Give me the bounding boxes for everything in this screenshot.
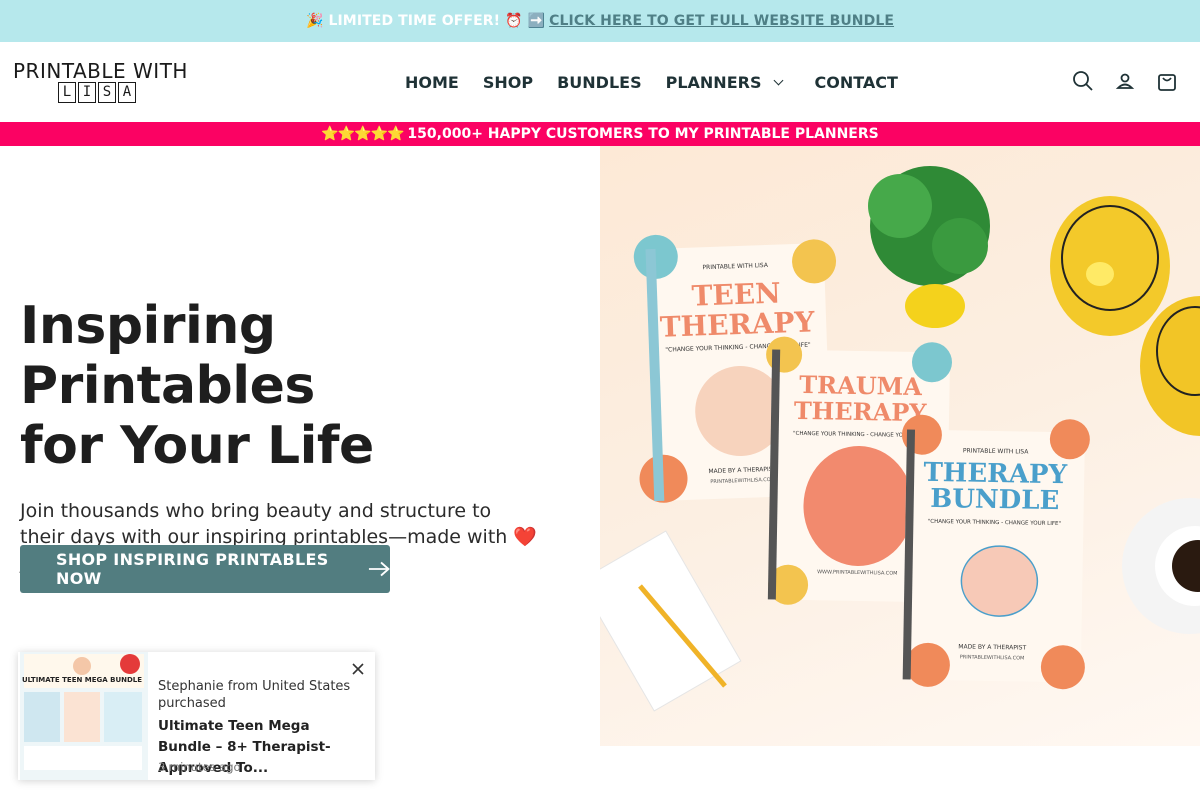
recent-purchase-popup[interactable]: ULTIMATE TEEN MEGA BUNDLE Stephanie from… — [18, 652, 375, 780]
nav-shop[interactable]: SHOP — [483, 73, 533, 92]
purchaser-text: Stephanie from United States purchased — [158, 679, 351, 711]
book-therapy-bundle: PRINTABLE WITH LISA THERAPY BUNDLE "CHAN… — [901, 414, 1090, 690]
hero-title: Inspiring Printables for Your Life — [20, 296, 580, 476]
notepad-image — [600, 530, 742, 712]
promo-bar: ⭐⭐⭐⭐⭐ 150,000+ HAPPY CUSTOMERS TO MY PRI… — [0, 122, 1200, 146]
shop-printables-button[interactable]: SHOP INSPIRING PRINTABLES NOW — [20, 545, 390, 593]
main-nav: HOME SHOP BUNDLES PLANNERS CONTACT — [405, 42, 898, 122]
nav-contact[interactable]: CONTACT — [814, 73, 897, 92]
site-header: PRINTABLE WITH L I S A HOME SHOP BUNDLES… — [0, 42, 1200, 122]
book-url: PRINTABLEWITHLISA.COM — [960, 654, 1025, 661]
book-title: BUNDLE — [930, 484, 1060, 516]
bundle-offer-link[interactable]: CLICK HERE TO GET FULL WEBSITE BUNDLE — [549, 13, 894, 29]
site-logo[interactable]: PRINTABLE WITH L I S A — [13, 60, 198, 104]
logo-letter: A — [118, 82, 136, 103]
search-icon[interactable] — [1072, 70, 1094, 92]
nav-planners-label: PLANNERS — [665, 72, 762, 92]
nav-planners[interactable]: PLANNERS — [666, 73, 791, 92]
book-title: THERAPY — [659, 305, 816, 343]
logo-letter: I — [78, 82, 96, 103]
arrow-right-icon — [368, 561, 390, 577]
plant-image — [868, 166, 990, 328]
logo-letter: S — [98, 82, 116, 103]
promo-text: 150,000+ HAPPY CUSTOMERS TO MY PRINTABLE… — [407, 126, 879, 142]
product-thumbnail[interactable]: ULTIMATE TEEN MEGA BUNDLE — [20, 652, 148, 780]
hero-content: Inspiring Printables for Your Life Join … — [20, 296, 580, 576]
hero-title-line1: Inspiring Printables — [20, 296, 315, 416]
hero-image: PRINTABLE WITH LISA TEEN THERAPY "CHANGE… — [600, 146, 1200, 746]
nav-home[interactable]: HOME — [405, 73, 459, 92]
candle-image — [1050, 196, 1200, 436]
close-icon[interactable] — [351, 662, 365, 676]
hero-photo: PRINTABLE WITH LISA TEEN THERAPY "CHANGE… — [600, 166, 1200, 712]
nav-bundles[interactable]: BUNDLES — [557, 73, 642, 92]
thumbnail-title: ULTIMATE TEEN MEGA BUNDLE — [22, 676, 142, 684]
header-icons — [1072, 70, 1178, 92]
announcement-bar: 🎉 LIMITED TIME OFFER! ⏰ ➡️ CLICK HERE TO… — [0, 0, 1200, 42]
logo-letters: L I S A — [58, 82, 198, 103]
cta-label: SHOP INSPIRING PRINTABLES NOW — [56, 550, 329, 588]
announcement-prefix: 🎉 LIMITED TIME OFFER! ⏰ ➡️ — [305, 13, 546, 29]
logo-letter: L — [58, 82, 76, 103]
rating-stars: ⭐⭐⭐⭐⭐ — [321, 126, 404, 142]
account-icon[interactable] — [1114, 70, 1136, 92]
hero-title-line2: for Your Life — [20, 416, 374, 476]
purchase-time: 3 minutes ago — [158, 760, 241, 774]
coffee-cup-image — [1122, 498, 1200, 634]
chevron-down-icon — [774, 75, 784, 85]
logo-text: PRINTABLE WITH — [13, 59, 188, 83]
cart-icon[interactable] — [1156, 70, 1178, 92]
book-footer: MADE BY A THERAPIST — [958, 643, 1026, 651]
book-brand: PRINTABLE WITH LISA — [963, 447, 1029, 455]
